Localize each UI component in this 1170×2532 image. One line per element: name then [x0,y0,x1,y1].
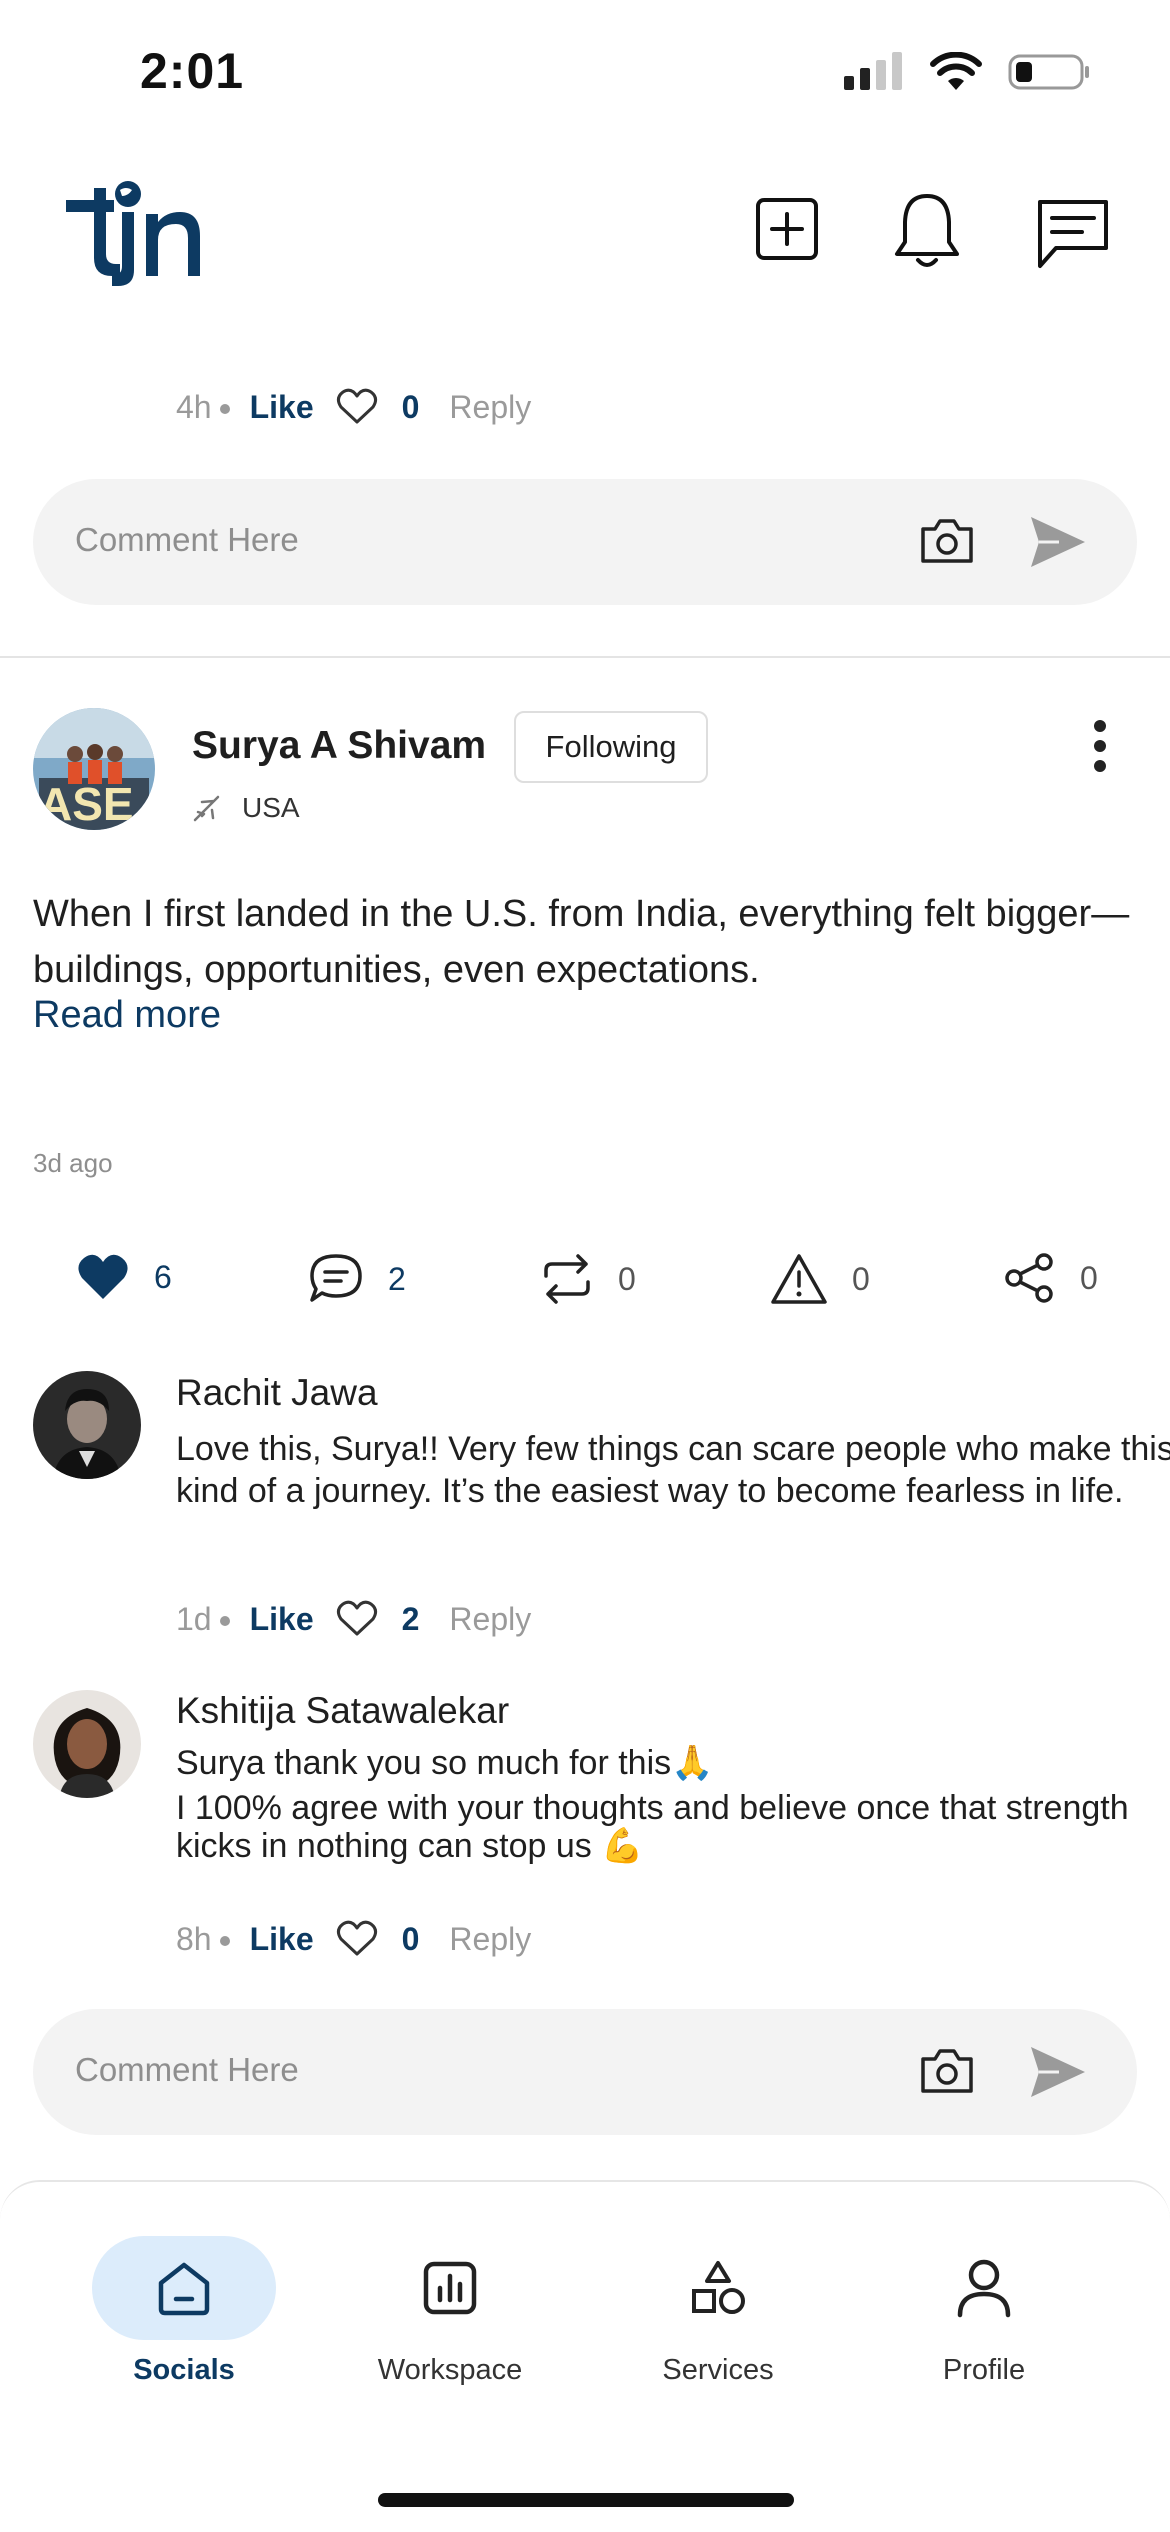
nav-services-label: Services [662,2354,774,2386]
comment-text-line-1: Surya thank you so much for this🙏 [176,1744,714,1782]
like-action[interactable]: 6 [76,1252,172,1302]
post-divider [0,656,1170,658]
svg-text:ASE: ASE [39,778,134,830]
like-button[interactable]: Like [250,389,314,426]
camera-icon[interactable] [919,517,975,565]
like-button[interactable]: Like [250,1601,314,1638]
home-icon [158,2262,210,2316]
avatar[interactable] [33,1690,141,1798]
send-icon[interactable] [1029,2045,1087,2099]
comment-actions: 1d Like 2 Reply [176,1600,531,1638]
comments-count: 2 [388,1260,406,1297]
chart-icon [423,2261,477,2315]
comment-input[interactable]: Comment Here [33,479,1137,605]
report-action[interactable]: 0 [770,1252,870,1306]
bottom-navigation: Socials Workspace Services Profile [0,2180,1170,2532]
camera-icon[interactable] [919,2047,975,2095]
comment-placeholder: Comment Here [75,2051,299,2088]
avatar[interactable]: ASE [33,708,155,830]
comment-input[interactable]: Comment Here [33,2009,1137,2135]
likes-count: 6 [154,1258,172,1295]
share-icon[interactable] [1004,1252,1056,1304]
like-count: 2 [401,1600,420,1637]
prev-comment-actions: 4h Like 0 Reply [176,388,531,426]
avatar[interactable] [33,1371,141,1479]
comment-action[interactable]: 2 [308,1252,406,1306]
comment-actions: 8h Like 0 Reply [176,1920,531,1958]
warning-icon[interactable] [770,1252,828,1306]
send-icon[interactable] [1029,515,1087,569]
shapes-icon [692,2261,745,2314]
comment-text: Love this, Surya!! Very few things can s… [176,1430,1170,1510]
comment-placeholder: Comment Here [75,521,299,558]
nav-socials[interactable]: Socials [74,2236,294,2387]
heart-outline-icon[interactable] [336,1600,378,1638]
comment-icon[interactable] [308,1252,364,1306]
reply-button[interactable]: Reply [449,1601,531,1638]
post-timestamp: 3d ago [33,1148,113,1178]
read-more-link[interactable]: Read more [33,994,221,1037]
nav-workspace[interactable]: Workspace [340,2236,560,2387]
bell-icon[interactable] [892,190,962,274]
like-count: 0 [401,388,420,425]
comment-time: 4h [176,388,212,425]
status-time: 2:01 [140,43,245,99]
messages-icon[interactable] [1034,196,1112,272]
app-logo [48,178,208,293]
repost-action[interactable]: 0 [540,1252,636,1306]
comment-time: 8h [176,1920,212,1957]
nav-workspace-label: Workspace [377,2354,523,2386]
heart-outline-icon[interactable] [336,388,378,426]
commenter-name[interactable]: Rachit Jawa [176,1372,378,1414]
reply-button[interactable]: Reply [449,389,531,426]
reposts-count: 0 [618,1260,636,1297]
shares-count: 0 [1080,1259,1098,1296]
comment-time: 1d [176,1600,212,1637]
status-icons [844,52,1090,92]
heart-outline-icon[interactable] [336,1920,378,1958]
reports-count: 0 [852,1260,870,1297]
commenter-name[interactable]: Kshitija Satawalekar [176,1690,509,1732]
share-action[interactable]: 0 [1004,1252,1098,1304]
person-icon [957,2259,1011,2318]
like-button[interactable]: Like [250,1921,314,1958]
add-post-icon[interactable] [754,196,820,262]
post-location: USA [192,792,300,824]
battery-icon [1008,54,1089,90]
post-author-name[interactable]: Surya A Shivam [192,724,486,768]
nav-services[interactable]: Services [608,2236,828,2387]
wifi-icon [930,52,982,90]
more-options-icon[interactable] [1080,716,1120,776]
nav-profile[interactable]: Profile [874,2236,1094,2387]
nav-socials-label: Socials [133,2354,235,2386]
following-button[interactable]: Following [514,711,708,783]
reply-button[interactable]: Reply [449,1921,531,1958]
nav-profile-label: Profile [942,2354,1026,2386]
post-text: When I first landed in the U.S. from Ind… [33,893,1130,991]
signal-icon [844,52,902,90]
location-label: USA [242,792,300,823]
airplane-icon [193,795,220,822]
post-actions: 6 2 0 0 0 [0,1252,1170,1312]
home-indicator[interactable] [378,2493,794,2507]
heart-filled-icon[interactable] [76,1252,130,1302]
comment-text-line-2: I 100% agree with your thoughts and beli… [176,1789,1129,1865]
repost-icon[interactable] [540,1252,594,1306]
like-count: 0 [401,1920,420,1957]
nav-socials-pill[interactable] [92,2236,276,2340]
